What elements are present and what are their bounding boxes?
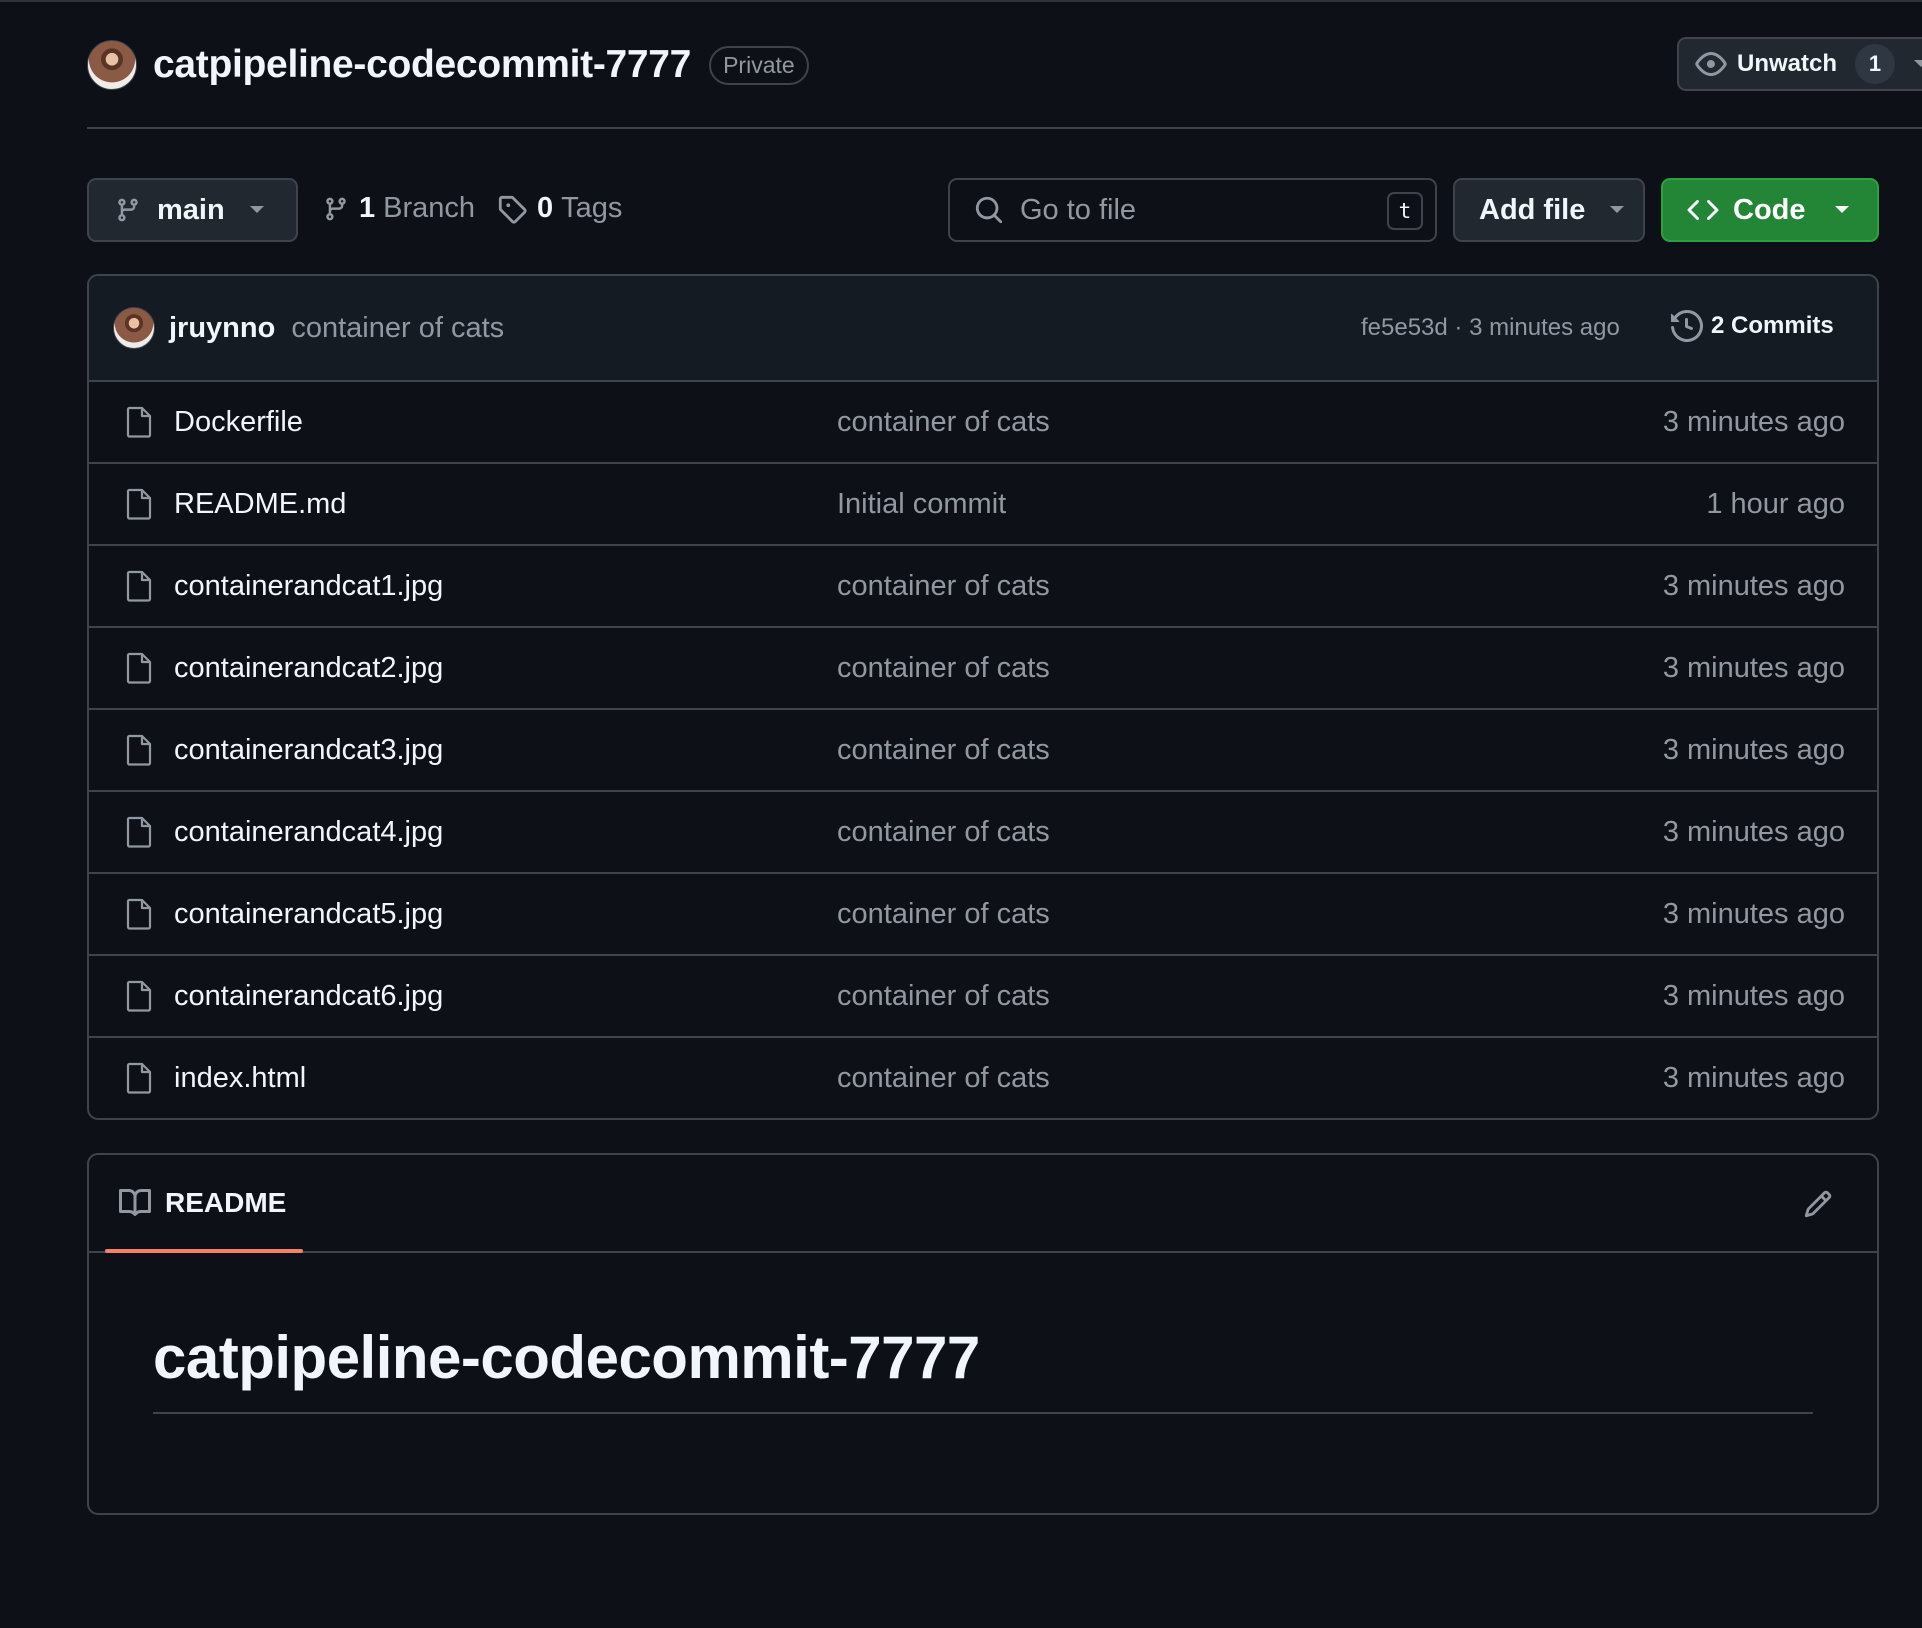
file-commit-message[interactable]: container of cats <box>837 816 1050 849</box>
commits-history-link[interactable]: 2 Commits <box>1671 310 1834 342</box>
chevron-down-icon <box>1609 205 1625 215</box>
history-icon <box>1671 310 1703 342</box>
chevron-down-icon <box>249 205 265 215</box>
file-icon <box>125 488 153 520</box>
file-icon <box>125 734 153 766</box>
file-icon <box>125 898 153 930</box>
file-commit-time: 1 hour ago <box>1706 488 1845 520</box>
commit-author-avatar[interactable] <box>113 307 155 349</box>
repo-title[interactable]: catpipeline-codecommit-7777 <box>153 43 691 87</box>
tags-link[interactable]: 0 Tags <box>497 192 622 225</box>
readme-panel: README catpipeline-codecommit-7777 <box>87 1153 1879 1515</box>
file-row[interactable]: containerandcat5.jpg container of cats 3… <box>89 874 1877 956</box>
file-name-link[interactable]: Dockerfile <box>174 406 303 439</box>
file-row[interactable]: Dockerfile container of cats 3 minutes a… <box>89 382 1877 464</box>
tag-count-label: Tags <box>561 192 623 224</box>
file-name-link[interactable]: containerandcat1.jpg <box>174 570 443 603</box>
file-commit-message[interactable]: container of cats <box>837 652 1050 685</box>
branch-selector[interactable]: main <box>87 178 298 242</box>
commit-author[interactable]: jruynno <box>169 312 275 345</box>
go-to-file-input[interactable] <box>1020 193 1380 227</box>
eye-icon <box>1695 48 1727 80</box>
tag-count: 0 <box>537 192 554 224</box>
tag-icon <box>497 194 527 224</box>
readme-tab[interactable]: README <box>119 1187 286 1219</box>
branch-name: main <box>157 193 225 226</box>
visibility-badge: Private <box>709 45 809 85</box>
file-row[interactable]: containerandcat6.jpg container of cats 3… <box>89 956 1877 1038</box>
file-commit-time: 3 minutes ago <box>1662 980 1845 1012</box>
file-commit-time: 3 minutes ago <box>1662 570 1845 602</box>
readme-header: README <box>89 1155 1877 1253</box>
code-label: Code <box>1733 193 1806 226</box>
add-file-button[interactable]: Add file <box>1453 178 1645 242</box>
watch-count: 1 <box>1855 44 1896 84</box>
file-row[interactable]: containerandcat1.jpg container of cats 3… <box>89 546 1877 628</box>
file-name-link[interactable]: containerandcat5.jpg <box>174 898 443 931</box>
active-tab-underline <box>105 1249 303 1253</box>
commit-message[interactable]: container of cats <box>291 312 504 345</box>
file-row[interactable]: containerandcat3.jpg container of cats 3… <box>89 710 1877 792</box>
add-file-label: Add file <box>1479 193 1586 226</box>
file-commit-message[interactable]: container of cats <box>837 406 1050 439</box>
unwatch-button[interactable]: Unwatch 1 <box>1677 37 1922 91</box>
file-commit-time: 3 minutes ago <box>1662 406 1845 438</box>
commit-hash-and-time[interactable]: fe5e53d · 3 minutes ago <box>1361 314 1620 342</box>
keyboard-shortcut-hint: t <box>1387 192 1423 230</box>
search-icon <box>974 195 1004 225</box>
file-commit-message[interactable]: container of cats <box>837 1062 1050 1095</box>
file-row[interactable]: containerandcat4.jpg container of cats 3… <box>89 792 1877 874</box>
file-commit-message[interactable]: container of cats <box>837 570 1050 603</box>
repo-header: catpipeline-codecommit-7777 Private <box>87 38 809 92</box>
git-branch-icon <box>323 194 349 224</box>
latest-commit-bar: jruynno container of cats fe5e53d · 3 mi… <box>89 276 1877 382</box>
header-divider <box>87 127 1922 129</box>
chevron-down-icon <box>1834 205 1850 215</box>
file-commit-message[interactable]: container of cats <box>837 898 1050 931</box>
readme-heading: catpipeline-codecommit-7777 <box>153 1323 1813 1414</box>
file-commit-time: 3 minutes ago <box>1662 1062 1845 1094</box>
file-row[interactable]: containerandcat2.jpg container of cats 3… <box>89 628 1877 710</box>
branch-count: 1 <box>359 192 376 224</box>
branches-link[interactable]: 1 Branch <box>323 192 475 225</box>
file-name-link[interactable]: containerandcat4.jpg <box>174 816 443 849</box>
file-name-link[interactable]: index.html <box>174 1062 306 1095</box>
file-row[interactable]: index.html container of cats 3 minutes a… <box>89 1038 1877 1118</box>
file-commit-time: 3 minutes ago <box>1662 652 1845 684</box>
file-icon <box>125 980 153 1012</box>
file-icon <box>125 570 153 602</box>
file-name-link[interactable]: containerandcat6.jpg <box>174 980 443 1013</box>
file-commit-time: 3 minutes ago <box>1662 898 1845 930</box>
chevron-down-icon[interactable] <box>1913 59 1922 69</box>
file-commit-message[interactable]: container of cats <box>837 734 1050 767</box>
commits-count-label: 2 Commits <box>1711 312 1834 339</box>
file-icon <box>125 1062 153 1094</box>
file-icon <box>125 406 153 438</box>
file-icon <box>125 652 153 684</box>
go-to-file-box: t <box>948 178 1437 242</box>
code-icon <box>1687 194 1719 226</box>
owner-avatar[interactable] <box>87 40 137 90</box>
file-name-link[interactable]: README.md <box>174 488 346 521</box>
file-commit-time: 3 minutes ago <box>1662 734 1845 766</box>
unwatch-label: Unwatch <box>1737 50 1838 77</box>
code-button[interactable]: Code <box>1661 178 1879 242</box>
file-commit-message[interactable]: container of cats <box>837 980 1050 1013</box>
git-branch-icon <box>115 195 141 225</box>
pencil-icon[interactable] <box>1803 1189 1833 1219</box>
file-icon <box>125 816 153 848</box>
readme-tab-label: README <box>165 1187 287 1218</box>
file-row[interactable]: README.md Initial commit 1 hour ago <box>89 464 1877 546</box>
file-commit-time: 3 minutes ago <box>1662 816 1845 848</box>
file-name-link[interactable]: containerandcat3.jpg <box>174 734 443 767</box>
file-table: jruynno container of cats fe5e53d · 3 mi… <box>87 274 1879 1120</box>
book-icon <box>119 1187 151 1219</box>
file-commit-message[interactable]: Initial commit <box>837 488 1006 521</box>
file-name-link[interactable]: containerandcat2.jpg <box>174 652 443 685</box>
branch-count-label: Branch <box>383 192 476 224</box>
